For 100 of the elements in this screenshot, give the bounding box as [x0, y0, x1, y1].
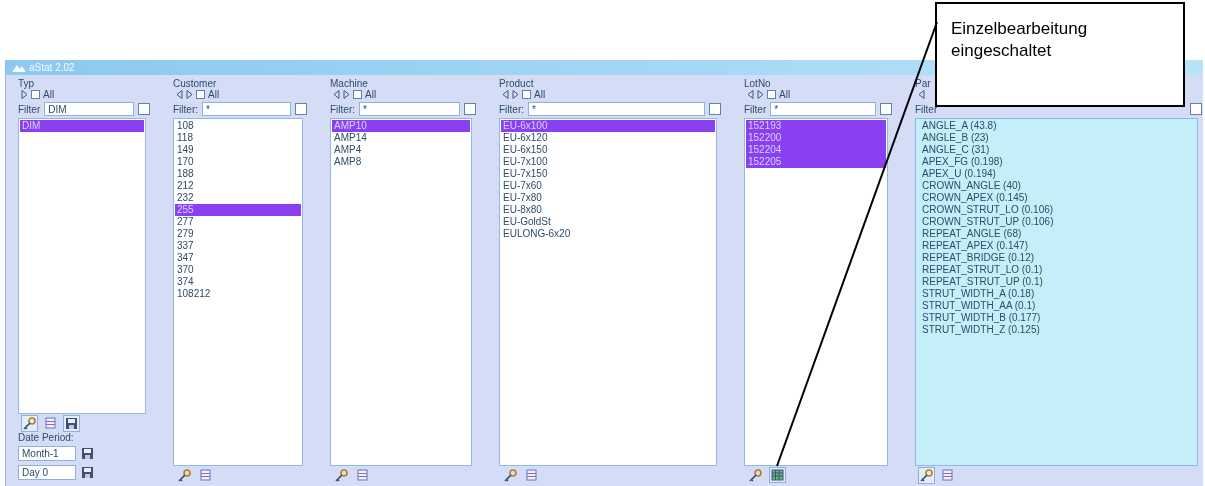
list-item[interactable]: ANGLE_C (31)	[920, 144, 1196, 156]
list-item[interactable]: 149	[175, 144, 301, 156]
list-item[interactable]: 152205	[746, 156, 886, 168]
list-item[interactable]: CROWN_ANGLE (40)	[920, 180, 1196, 192]
list-item[interactable]: APEX_FG (0.198)	[920, 156, 1196, 168]
list-item[interactable]: EU-7x60	[501, 180, 715, 192]
grid-icon[interactable]	[769, 467, 786, 483]
list-item[interactable]: STRUT_WIDTH_B (0.177)	[920, 312, 1196, 324]
list-icon[interactable]	[940, 467, 955, 483]
prev-arrow-icon[interactable]	[502, 90, 509, 99]
list-item[interactable]: 232	[175, 192, 301, 204]
key-icon[interactable]	[176, 466, 193, 484]
list-item[interactable]: 337	[175, 240, 301, 252]
list-item[interactable]: APEX_U (0.194)	[920, 168, 1196, 180]
filter-checkbox[interactable]	[709, 103, 721, 115]
filter-field[interactable]: *	[202, 102, 291, 116]
list-item[interactable]: 279	[175, 228, 301, 240]
list-item[interactable]: REPEAT_STRUT_LO (0.1)	[920, 264, 1196, 276]
all-checkbox[interactable]	[196, 90, 205, 99]
list-item[interactable]: 188	[175, 168, 301, 180]
list-item[interactable]: AMP8	[332, 156, 470, 168]
next-arrow-icon[interactable]	[757, 90, 764, 99]
save-icon[interactable]	[79, 445, 96, 462]
list-item[interactable]: STRUT_WIDTH_A (0.18)	[920, 288, 1196, 300]
list-item[interactable]: REPEAT_APEX (0.147)	[920, 240, 1196, 252]
list-item[interactable]: STRUT_WIDTH_AA (0.1)	[920, 300, 1196, 312]
list-item[interactable]: 347	[175, 252, 301, 264]
filter-field[interactable]: *	[528, 102, 705, 116]
list-item[interactable]: 108	[175, 120, 301, 132]
key-icon[interactable]	[918, 466, 935, 484]
list-item[interactable]: DIM	[20, 120, 144, 132]
all-checkbox[interactable]	[31, 90, 40, 99]
list-item[interactable]: CROWN_STRUT_UP (0.106)	[920, 216, 1196, 228]
prev-arrow-icon[interactable]	[747, 90, 754, 99]
filter-field[interactable]: *	[770, 102, 876, 116]
key-icon[interactable]	[747, 466, 764, 484]
list-item[interactable]: EU-7x80	[501, 192, 715, 204]
prev-arrow-icon[interactable]	[176, 90, 183, 99]
filter-checkbox[interactable]	[464, 103, 476, 115]
key-icon[interactable]	[21, 414, 38, 432]
list-icon[interactable]	[524, 467, 539, 483]
list-item[interactable]: 118	[175, 132, 301, 144]
key-icon[interactable]	[502, 466, 519, 484]
next-arrow-icon[interactable]	[512, 90, 519, 99]
list-item[interactable]: EU-7x150	[501, 168, 715, 180]
list-item[interactable]: 370	[175, 264, 301, 276]
filter-checkbox[interactable]	[138, 103, 150, 115]
next-arrow-icon[interactable]	[343, 90, 350, 99]
list-item[interactable]: AMP4	[332, 144, 470, 156]
list-item[interactable]: AMP10	[332, 120, 470, 132]
prev-arrow-icon[interactable]	[333, 90, 340, 99]
list-item[interactable]: 152193	[746, 120, 886, 132]
list-item[interactable]: 255	[175, 204, 301, 216]
key-icon[interactable]	[333, 466, 350, 484]
column-label: Machine	[330, 78, 369, 89]
filter-checkbox[interactable]	[295, 103, 307, 115]
date-period-label: Date Period:	[18, 432, 75, 443]
list-item[interactable]: 152204	[746, 144, 886, 156]
save-icon[interactable]	[79, 464, 96, 481]
list-item[interactable]: EU-6x100	[501, 120, 715, 132]
list-item[interactable]: 277	[175, 216, 301, 228]
filter-checkbox[interactable]	[1190, 103, 1202, 115]
list-item[interactable]: CROWN_APEX (0.145)	[920, 192, 1196, 204]
list-item[interactable]: EU-6x150	[501, 144, 715, 156]
all-checkbox[interactable]	[767, 90, 776, 99]
next-arrow-icon[interactable]	[21, 90, 28, 99]
all-checkbox[interactable]	[353, 90, 362, 99]
list-item[interactable]: STRUT_WIDTH_Z (0.125)	[920, 324, 1196, 336]
list-icon[interactable]	[198, 467, 213, 483]
list-item[interactable]: 170	[175, 156, 301, 168]
list-item[interactable]: EULONG-6x20	[501, 228, 715, 240]
column-label: Product	[499, 78, 534, 89]
list-item[interactable]: EU-8x80	[501, 204, 715, 216]
list-item[interactable]: 152200	[746, 132, 886, 144]
list-item[interactable]: EU-GoldSt	[501, 216, 715, 228]
list-item[interactable]: AMP14	[332, 132, 470, 144]
all-label: All	[534, 89, 546, 100]
filter-checkbox[interactable]	[880, 103, 892, 115]
filter-field[interactable]: *	[359, 102, 460, 116]
list-item[interactable]: REPEAT_ANGLE (68)	[920, 228, 1196, 240]
list-icon[interactable]	[355, 467, 370, 483]
next-arrow-icon[interactable]	[186, 90, 193, 99]
list-item[interactable]: EU-6x120	[501, 132, 715, 144]
date-field[interactable]: Month-1	[18, 446, 76, 461]
list-item[interactable]: REPEAT_BRIDGE (0.12)	[920, 252, 1196, 264]
list-item[interactable]: CROWN_STRUT_LO (0.106)	[920, 204, 1196, 216]
list-item[interactable]: ANGLE_B (23)	[920, 132, 1196, 144]
list-item[interactable]: EU-7x100	[501, 156, 715, 168]
save-icon[interactable]	[63, 414, 80, 432]
prev-arrow-icon[interactable]	[918, 90, 925, 99]
all-label: All	[365, 89, 377, 100]
list-item[interactable]: 108212	[175, 288, 301, 300]
list-item[interactable]: 212	[175, 180, 301, 192]
date-field[interactable]: Day 0	[18, 465, 76, 480]
all-checkbox[interactable]	[522, 90, 531, 99]
list-item[interactable]: 374	[175, 276, 301, 288]
list-item[interactable]: ANGLE_A (43.8)	[920, 120, 1196, 132]
filter-field[interactable]: DIM	[44, 102, 134, 116]
list-icon[interactable]	[43, 415, 58, 431]
list-item[interactable]: REPEAT_STRUT_UP (0.1)	[920, 276, 1196, 288]
